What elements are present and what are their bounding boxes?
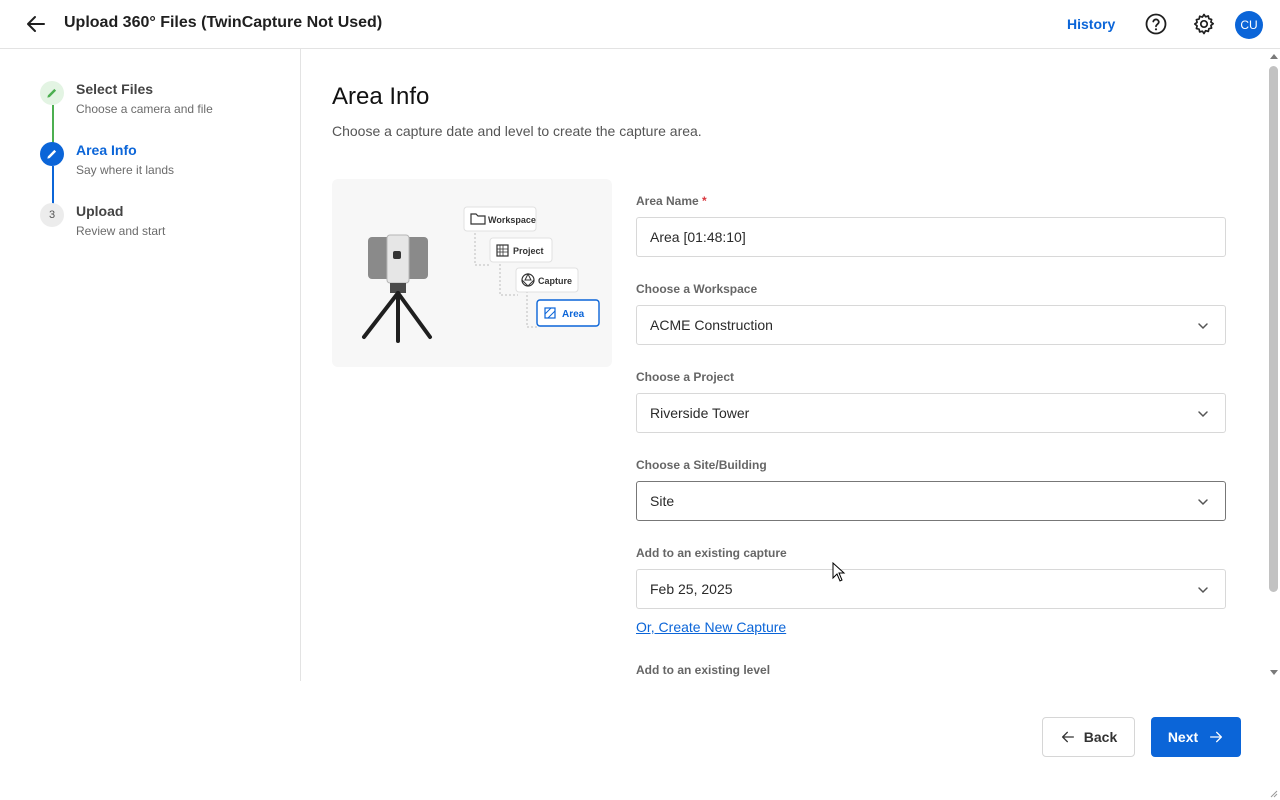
pencil-icon — [47, 149, 57, 159]
workspace-value: ACME Construction — [650, 317, 773, 333]
history-link[interactable]: History — [1067, 16, 1115, 32]
project-value: Riverside Tower — [650, 405, 750, 421]
settings-gear-icon[interactable] — [1192, 12, 1216, 36]
back-button[interactable]: Back — [1042, 717, 1135, 757]
next-button-label: Next — [1167, 729, 1199, 745]
workspace-select[interactable]: ACME Construction — [636, 305, 1226, 345]
step-subtitle: Say where it lands — [76, 163, 175, 177]
svg-text:Area: Area — [562, 309, 585, 320]
progress-stepper: Select Files Choose a camera and file Ar… — [0, 49, 301, 681]
existing-capture-select[interactable]: Feb 25, 2025 — [636, 569, 1226, 609]
hierarchy-illustration: Workspace Project Capture Area — [332, 179, 612, 367]
existing-level-label: Add to an existing level — [636, 663, 771, 677]
camera-hierarchy-graphic: Workspace Project Capture Area — [362, 206, 600, 343]
svg-text:Project: Project — [513, 246, 544, 256]
area-name-value: Area [01:48:10] — [650, 229, 746, 245]
area-name-input[interactable]: Area [01:48:10] — [636, 217, 1226, 257]
chevron-down-icon — [1198, 499, 1208, 506]
arrow-left-icon — [1061, 731, 1074, 743]
svg-text:Capture: Capture — [538, 276, 572, 286]
page-title: Area Info — [332, 83, 430, 110]
existing-capture-value: Feb 25, 2025 — [650, 581, 733, 597]
scroll-up-arrow-icon[interactable] — [1269, 52, 1279, 60]
chevron-down-icon — [1198, 587, 1208, 594]
next-button[interactable]: Next — [1151, 717, 1241, 757]
page-header-title: Upload 360° Files (TwinCapture Not Used) — [64, 14, 383, 31]
arrow-right-icon — [1210, 731, 1223, 743]
scanner-camera-icon — [362, 234, 432, 343]
tree-node-workspace: Workspace — [463, 206, 537, 232]
step-title: Upload — [76, 203, 124, 219]
project-label: Choose a Project — [636, 370, 735, 384]
step-select-files[interactable]: Select Files Choose a camera and file — [40, 81, 290, 131]
help-icon[interactable] — [1144, 12, 1168, 36]
tree-node-capture: Capture — [515, 267, 579, 293]
project-select[interactable]: Riverside Tower — [636, 393, 1226, 433]
site-building-value: Site — [650, 493, 675, 509]
step-complete-indicator — [40, 81, 64, 105]
step-area-info[interactable]: Area Info Say where it lands — [40, 142, 290, 192]
main-content: Area Info Choose a capture date and leve… — [301, 49, 1268, 681]
existing-capture-label: Add to an existing capture — [636, 546, 787, 560]
resize-grip-icon[interactable] — [1268, 788, 1278, 798]
tree-node-area: Area — [536, 299, 600, 327]
site-building-label: Choose a Site/Building — [636, 458, 767, 472]
step-title: Select Files — [76, 81, 154, 97]
pencil-icon — [47, 88, 57, 98]
back-arrow-icon[interactable] — [24, 12, 48, 36]
user-avatar[interactable]: CU — [1235, 11, 1263, 39]
step-upload[interactable]: 3 Upload Review and start — [40, 203, 290, 253]
site-building-select[interactable]: Site — [636, 481, 1226, 521]
tree-node-project: Project — [489, 237, 553, 263]
scroll-down-arrow-icon[interactable] — [1269, 669, 1279, 677]
svg-text:Workspace: Workspace — [488, 215, 536, 225]
mouse-pointer-icon — [832, 562, 846, 582]
chevron-down-icon — [1198, 411, 1208, 418]
step-active-indicator — [40, 142, 64, 166]
area-name-label: Area Name * — [636, 194, 707, 208]
scrollbar-thumb[interactable] — [1269, 66, 1278, 592]
top-bar: Upload 360° Files (TwinCapture Not Used)… — [0, 0, 1280, 49]
create-new-capture-link[interactable]: Or, Create New Capture — [636, 619, 786, 635]
chevron-down-icon — [1198, 323, 1208, 330]
step-title: Area Info — [76, 142, 137, 158]
page-subtitle: Choose a capture date and level to creat… — [332, 123, 702, 139]
workspace-label: Choose a Workspace — [636, 282, 758, 296]
step-subtitle: Review and start — [76, 224, 166, 238]
step-subtitle: Choose a camera and file — [76, 102, 213, 116]
back-button-label: Back — [1083, 729, 1118, 745]
step-number-badge: 3 — [40, 203, 64, 227]
